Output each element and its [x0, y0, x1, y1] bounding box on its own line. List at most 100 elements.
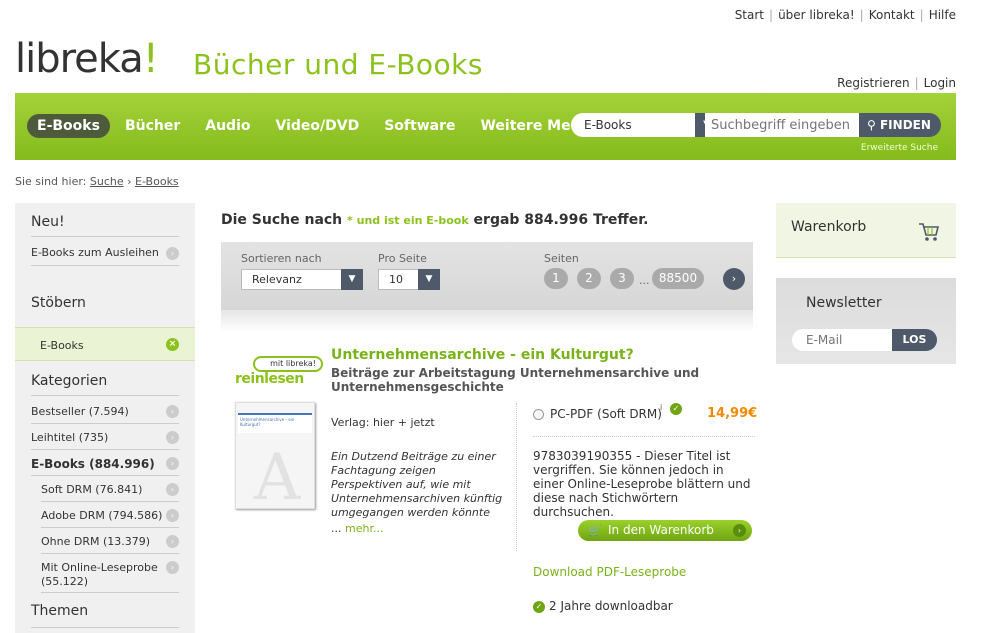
category-bestseller[interactable]: Bestseller (7.594) [15, 405, 129, 418]
account-links: Registrieren | Login [837, 76, 956, 90]
breadcrumb-ebooks[interactable]: E-Books [135, 175, 179, 188]
product-note: 9783039190355 - Dieser Titel ist vergrif… [533, 449, 751, 519]
cart-icon: 🛒 [588, 524, 602, 537]
reinlesen-badge[interactable]: mit libreka! reinlesen [235, 356, 327, 392]
badge-bubble: mit libreka! [253, 356, 323, 372]
find-button-label: FINDEN [879, 118, 931, 132]
shopping-cart-icon [919, 223, 940, 241]
cart-box[interactable]: Warenkorb [776, 203, 956, 258]
search-input[interactable] [705, 113, 859, 137]
sort-select[interactable]: Relevanz ▼ [241, 269, 363, 290]
breadcrumb-search[interactable]: Suche [90, 175, 124, 188]
format-info-icon[interactable]: i [660, 403, 662, 412]
chevron-right-icon: › [166, 483, 179, 496]
breadcrumb-sep: › [127, 175, 132, 188]
category-soft-drm[interactable]: Soft DRM (76.841) [15, 483, 142, 496]
product-price: 14,99€ [707, 406, 758, 421]
check-icon: ✓ [533, 601, 545, 613]
format-label: PC-PDF (Soft DRM) [550, 407, 662, 421]
per-page-label: Pro Seite [378, 252, 427, 265]
divider [41, 501, 179, 502]
nav-item-software[interactable]: Software [374, 114, 465, 138]
newsletter-submit-button[interactable]: LOS [892, 329, 937, 351]
divider [31, 475, 179, 476]
category-lending[interactable]: Leihtitel (735) [15, 431, 108, 444]
chevron-down-icon[interactable]: ▼ [418, 269, 440, 290]
divider [31, 627, 179, 628]
add-to-cart-button[interactable]: 🛒 In den Warenkorb › [578, 520, 752, 541]
sidebar-heading-categories: Kategorien [31, 373, 108, 389]
nav-item-audio[interactable]: Audio [195, 114, 260, 138]
per-page-select[interactable]: 10 ▼ [378, 269, 440, 290]
per-page-value: 10 [389, 273, 403, 286]
category-online-preview[interactable]: Mit Online-Leseprobe (55.122) [15, 561, 175, 589]
more-link[interactable]: mehr... [345, 522, 383, 535]
breadcrumb-prefix: Sie sind hier: [15, 175, 87, 188]
format-radio[interactable] [533, 409, 544, 420]
divider [533, 436, 755, 437]
divider [41, 527, 179, 528]
logo-bang: ! [142, 36, 159, 82]
page-last[interactable]: 88500 [652, 268, 704, 289]
cover-band: Unternehmensarchive - ein Kulturgut? [238, 413, 312, 433]
logo[interactable]: libreka! [15, 36, 159, 82]
download-preview-link[interactable]: Download PDF-Leseprobe [533, 565, 686, 579]
breadcrumb: Sie sind hier: Suche › E-Books [15, 175, 179, 188]
remove-filter-icon[interactable]: × [166, 338, 179, 351]
category-no-drm[interactable]: Ohne DRM (13.379) [15, 535, 150, 548]
chevron-right-icon: › [166, 431, 179, 444]
chevron-right-icon: › [166, 535, 179, 548]
divider [31, 265, 179, 266]
category-adobe-drm[interactable]: Adobe DRM (794.586) [15, 509, 162, 522]
search-category-select[interactable]: E-Books ▼ [571, 113, 719, 137]
book-cover[interactable]: Unternehmensarchive - ein Kulturgut? A [235, 402, 315, 509]
top-link-start[interactable]: Start [735, 8, 764, 22]
tagline: Bücher und E-Books [193, 48, 483, 81]
sort-bar-shadow [221, 310, 753, 332]
divider [41, 592, 179, 593]
newsletter-email-input[interactable] [792, 329, 896, 351]
sidebar-selected-filter[interactable]: E-Books × [15, 327, 195, 361]
results-suffix: ergab 884.996 Treffer. [473, 212, 649, 228]
register-link[interactable]: Registrieren [837, 76, 909, 90]
sidebar-heading-browse: Stöbern [31, 295, 86, 311]
newsletter-box: Newsletter LOS [776, 278, 956, 364]
product-title[interactable]: Unternehmensarchive - ein Kulturgut? [331, 347, 634, 363]
separator: | [859, 8, 864, 22]
sidebar-link-lending[interactable]: E-Books zum Ausleihen [15, 246, 159, 259]
product-subtitle: Beiträge zur Arbeitstagung Unternehmensa… [331, 366, 700, 394]
product-publisher: Verlag: hier + jetzt [331, 416, 435, 429]
nav-item-ebooks[interactable]: E-Books [27, 114, 110, 138]
check-icon: ✓ [670, 403, 682, 415]
page-2[interactable]: 2 [577, 268, 601, 289]
top-links: Start | über libreka! | Kontakt | Hilfe [735, 8, 956, 22]
download-period: 2 Jahre downloadbar [549, 599, 673, 613]
results-heading: Die Suche nach * und ist ein E-book erga… [221, 212, 648, 228]
results-query: * und ist ein E-book [347, 214, 469, 227]
find-button[interactable]: ⚲ FINDEN [859, 113, 941, 137]
next-page-button[interactable]: › [723, 268, 745, 290]
newsletter-title: Newsletter [806, 295, 882, 311]
selected-filter-label: E-Books [40, 339, 84, 352]
separator: | [769, 8, 774, 22]
left-sidebar: Neu! E-Books zum Ausleihen › Stöbern E-B… [15, 203, 195, 633]
pages-ellipsis: ... [639, 274, 650, 287]
separator: | [914, 76, 919, 90]
top-link-help[interactable]: Hilfe [929, 8, 956, 22]
pages-label: Seiten [544, 252, 579, 265]
category-ebooks[interactable]: E-Books (884.996) [15, 457, 155, 471]
main-navbar: E-Books Bücher Audio Video/DVD Software … [15, 93, 956, 160]
divider [41, 553, 179, 554]
top-link-about[interactable]: über libreka! [778, 8, 855, 22]
divider [31, 449, 179, 450]
login-link[interactable]: Login [924, 76, 956, 90]
nav-item-books[interactable]: Bücher [115, 114, 190, 138]
page-1[interactable]: 1 [544, 268, 568, 289]
top-link-contact[interactable]: Kontakt [869, 8, 915, 22]
sort-value: Relevanz [252, 273, 302, 286]
page-3[interactable]: 3 [610, 268, 634, 289]
advanced-search-link[interactable]: Erweiterte Suche [861, 143, 938, 153]
search-category-value: E-Books [584, 118, 632, 132]
chevron-down-icon[interactable]: ▼ [341, 269, 363, 290]
nav-item-video[interactable]: Video/DVD [266, 114, 370, 138]
